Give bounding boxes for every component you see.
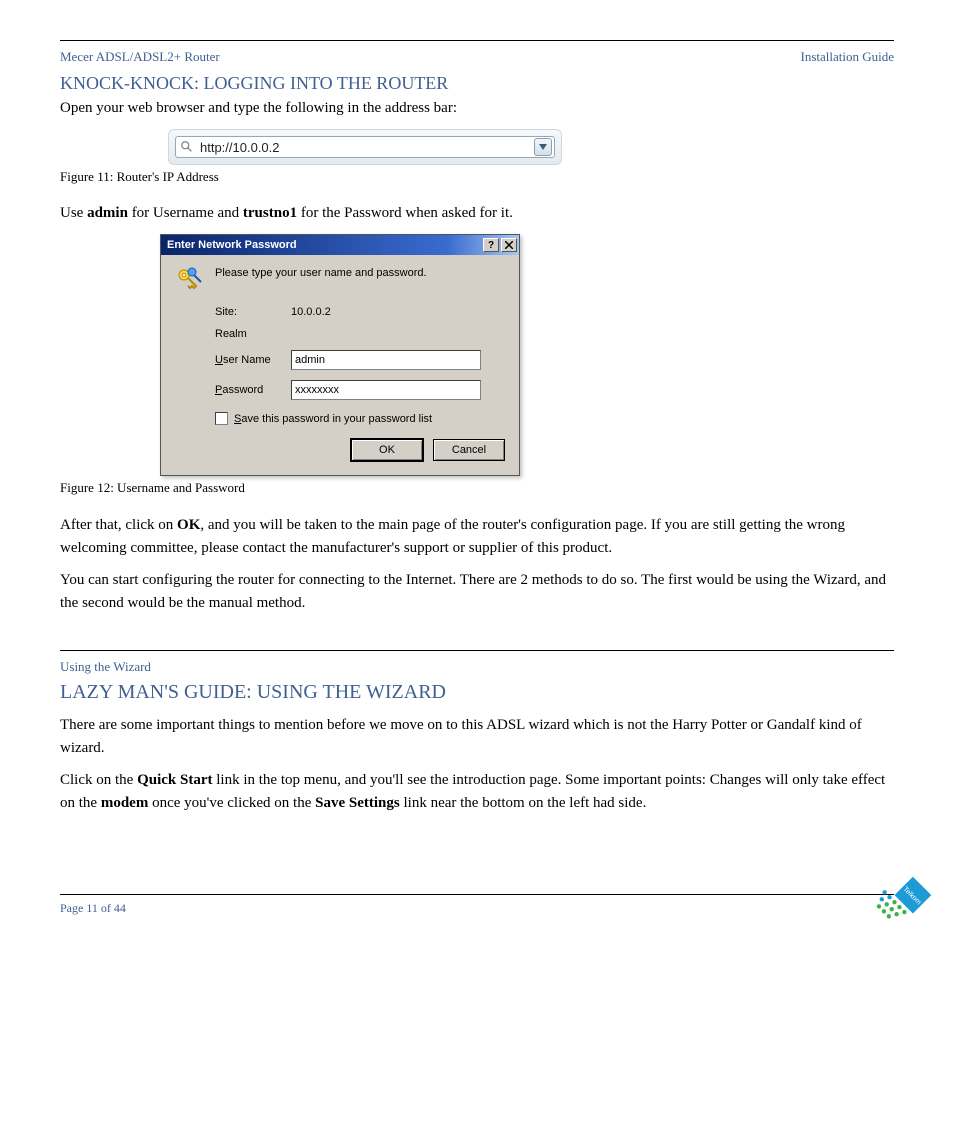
dialog-title-text: Enter Network Password [167,239,297,251]
telkom-logo: Telkom [870,872,936,938]
close-icon [505,241,513,249]
ok-button[interactable]: OK [351,439,423,461]
footer-rule [60,894,894,895]
address-bar-container [168,129,562,165]
header-doctype: Installation Guide [800,49,894,65]
section2-title: LAZY MAN'S GUIDE: USING THE WIZARD [60,681,894,704]
address-bar[interactable] [175,136,555,158]
header-product: Mecer ADSL/ADSL2+ Router [60,49,220,65]
username-label: User Name [215,354,287,366]
section2-rule [60,650,894,651]
username-input[interactable] [291,350,481,370]
section-title-login: KNOCK-KNOCK: LOGGING INTO THE ROUTER [60,73,894,94]
save-password-label: Save this password in your password list [234,413,432,425]
section2-kicker: Using the Wizard [60,659,894,675]
intro-text: Open your web browser and type the follo… [60,98,894,119]
site-value: 10.0.0.2 [291,306,505,318]
wizard-para2: Click on the Quick Start link in the top… [60,769,894,814]
figure12-caption: Figure 12: Username and Password [60,480,894,496]
figure11-caption: Figure 11: Router's IP Address [60,169,894,185]
address-input[interactable] [198,139,534,156]
page-number: Page 11 of 44 [60,901,894,916]
keys-icon [175,267,203,298]
realm-label: Realm [215,328,287,340]
address-dropdown-button[interactable] [534,138,552,156]
top-rule [60,40,894,41]
after-login-paragraph: After that, click on OK, and you will be… [60,514,894,559]
chevron-down-icon [539,144,547,150]
wizard-para1: There are some important things to menti… [60,714,894,759]
search-icon [180,140,194,154]
save-password-checkbox[interactable] [215,412,228,425]
dialog-instruction: Please type your user name and password. [215,267,427,279]
dialog-titlebar: Enter Network Password ? [161,235,519,255]
close-button[interactable] [501,238,517,252]
help-button[interactable]: ? [483,238,499,252]
password-label: Password [215,384,287,396]
password-dialog: Enter Network Password ? Please ty [160,234,520,476]
credentials-prompt-line: Use admin for Username and trustno1 for … [60,203,894,224]
two-methods-paragraph: You can start configuring the router for… [60,569,894,614]
site-label: Site: [215,306,287,318]
password-input[interactable] [291,380,481,400]
cancel-button[interactable]: Cancel [433,439,505,461]
